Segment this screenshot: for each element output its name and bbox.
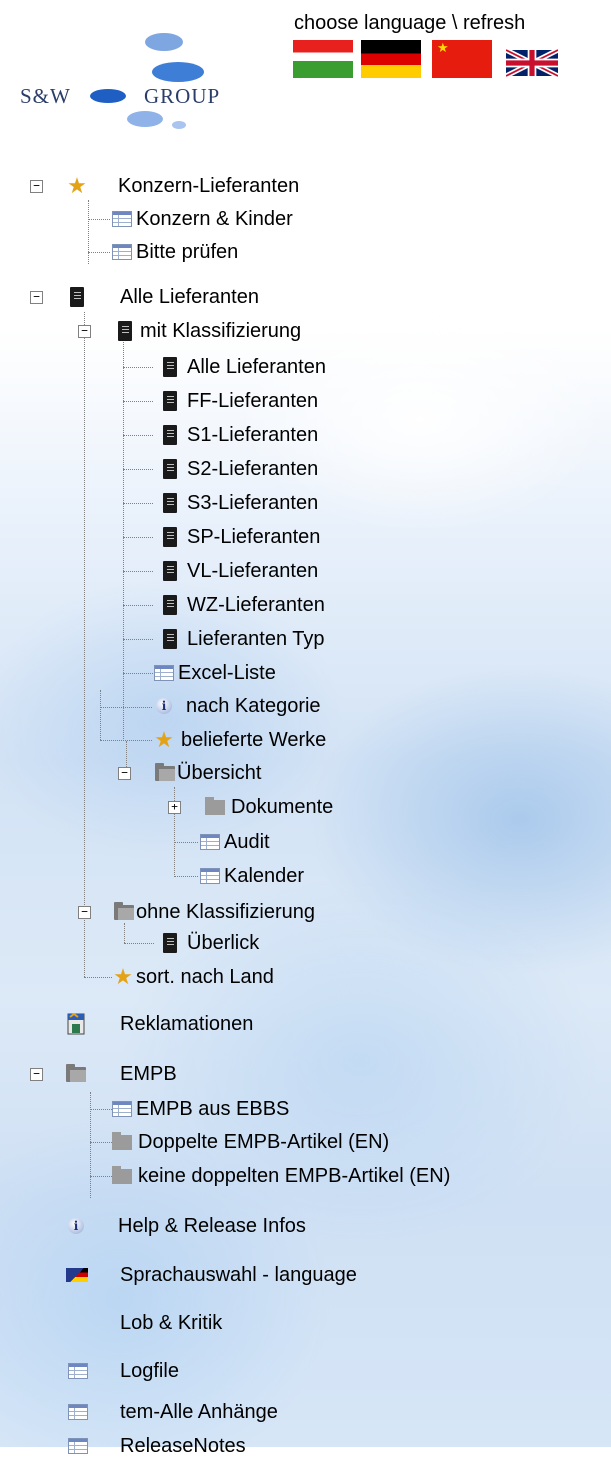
logo-graphic: [90, 33, 204, 129]
logo: S&W GROUP: [14, 28, 274, 138]
complaint-document-icon: [66, 1012, 86, 1035]
tree-item-lob-kritik[interactable]: Lob & Kritik: [120, 1307, 222, 1339]
binder-icon: [70, 287, 84, 307]
tree-item-s3-lieferanten[interactable]: S3-Lieferanten: [163, 487, 318, 519]
logo-text-right: GROUP: [144, 84, 221, 108]
tree-item-konzern-lieferanten[interactable]: ★ Konzern-Lieferanten: [66, 170, 299, 202]
folder-icon: [112, 1131, 132, 1150]
tree-item-uebersicht[interactable]: Übersicht: [155, 757, 261, 789]
tree-item-s2-lieferanten[interactable]: S2-Lieferanten: [163, 453, 318, 485]
tree-item-dokumente[interactable]: Dokumente: [205, 791, 333, 823]
tree-item-alle-lieferanten-sub[interactable]: Alle Lieferanten: [163, 351, 326, 383]
tree-item-audit[interactable]: Audit: [200, 826, 270, 858]
collapse-toggle-ohne-klassifizierung[interactable]: −: [78, 906, 91, 919]
collapse-toggle-empb[interactable]: −: [30, 1068, 43, 1081]
tree-item-wz-lieferanten[interactable]: WZ-Lieferanten: [163, 589, 325, 621]
tree-item-keine-doppelten-empb[interactable]: keine doppelten EMPB-Artikel (EN): [112, 1160, 450, 1192]
binder-icon: [163, 527, 177, 547]
tree-item-nach-kategorie[interactable]: i nach Kategorie: [156, 690, 321, 722]
expand-toggle-dokumente[interactable]: +: [168, 801, 181, 814]
star-icon: ★: [67, 173, 87, 198]
tree-item-logfile[interactable]: Logfile: [68, 1355, 179, 1387]
german-flag-icon[interactable]: [361, 40, 421, 78]
tree-item-bitte-pruefen[interactable]: Bitte prüfen: [112, 236, 238, 268]
tree-item-vl-lieferanten[interactable]: VL-Lieferanten: [163, 555, 318, 587]
collapse-toggle-mit-klassifizierung[interactable]: −: [78, 325, 91, 338]
logo-text-left: S&W: [20, 84, 71, 108]
language-flag-icon: [66, 1268, 88, 1282]
open-folder-icon: [66, 1063, 86, 1082]
uk-flag-icon[interactable]: [504, 47, 560, 79]
tree-item-reklamationen[interactable]: Reklamationen: [66, 1008, 253, 1040]
binder-icon: [163, 629, 177, 649]
choose-language-link[interactable]: choose language \ refresh: [294, 12, 525, 35]
tree-item-empb[interactable]: EMPB: [66, 1058, 177, 1090]
open-folder-icon: [114, 901, 134, 920]
binder-icon: [163, 933, 177, 953]
tree-item-tem-alle-anhaenge[interactable]: tem-Alle Anhänge: [68, 1396, 278, 1428]
binder-icon: [163, 595, 177, 615]
tree-item-sort-nach-land[interactable]: ★ sort. nach Land: [112, 961, 274, 993]
collapse-toggle-alle-lieferanten[interactable]: −: [30, 291, 43, 304]
info-icon: i: [68, 1218, 84, 1234]
folder-icon: [112, 1165, 132, 1184]
hungarian-flag-icon[interactable]: [293, 40, 353, 78]
tree-item-doppelte-empb[interactable]: Doppelte EMPB-Artikel (EN): [112, 1126, 389, 1158]
binder-icon: [163, 357, 177, 377]
table-icon: [68, 1363, 88, 1379]
tree-item-alle-lieferanten[interactable]: Alle Lieferanten: [70, 281, 259, 313]
binder-icon: [163, 561, 177, 581]
tree-item-kalender[interactable]: Kalender: [200, 860, 304, 892]
table-icon: [68, 1404, 88, 1420]
binder-icon: [163, 459, 177, 479]
collapse-toggle-uebersicht[interactable]: −: [118, 767, 131, 780]
tree-item-releasenotes[interactable]: ReleaseNotes: [68, 1430, 246, 1462]
table-icon: [200, 868, 220, 884]
info-icon: i: [156, 698, 172, 714]
collapse-toggle-konzern[interactable]: −: [30, 180, 43, 193]
binder-icon: [163, 425, 177, 445]
tree-item-mit-klassifizierung[interactable]: mit Klassifizierung: [118, 315, 301, 347]
binder-icon: [118, 321, 132, 341]
binder-icon: [163, 493, 177, 513]
tree-item-empb-aus-ebbs[interactable]: EMPB aus EBBS: [112, 1093, 289, 1125]
tree-item-ff-lieferanten[interactable]: FF-Lieferanten: [163, 385, 318, 417]
tree-item-ohne-klassifizierung[interactable]: ohne Klassifizierung: [114, 896, 315, 928]
table-icon: [112, 211, 132, 227]
tree-item-sp-lieferanten[interactable]: SP-Lieferanten: [163, 521, 320, 553]
tree-item-ueberlick[interactable]: Überlick: [163, 927, 259, 959]
chinese-flag-icon[interactable]: ★: [432, 40, 492, 78]
table-icon: [154, 665, 174, 681]
tree-item-konzern-kinder[interactable]: Konzern & Kinder: [112, 203, 293, 235]
tree-item-lieferanten-typ[interactable]: Lieferanten Typ: [163, 623, 325, 655]
folder-icon: [205, 796, 225, 815]
binder-icon: [163, 391, 177, 411]
star-icon: ★: [154, 727, 174, 752]
table-icon: [112, 1101, 132, 1117]
tree-item-sprachauswahl[interactable]: Sprachauswahl - language: [66, 1259, 357, 1291]
tree-item-excel-liste[interactable]: Excel-Liste: [154, 657, 276, 689]
table-icon: [68, 1438, 88, 1454]
open-folder-icon: [155, 762, 175, 781]
table-icon: [112, 244, 132, 260]
tree-item-belieferte-werke[interactable]: ★ belieferte Werke: [153, 724, 326, 756]
table-icon: [200, 834, 220, 850]
tree-item-s1-lieferanten[interactable]: S1-Lieferanten: [163, 419, 318, 451]
tree-item-help-release-infos[interactable]: i Help & Release Infos: [68, 1210, 306, 1242]
star-icon: ★: [113, 964, 133, 989]
